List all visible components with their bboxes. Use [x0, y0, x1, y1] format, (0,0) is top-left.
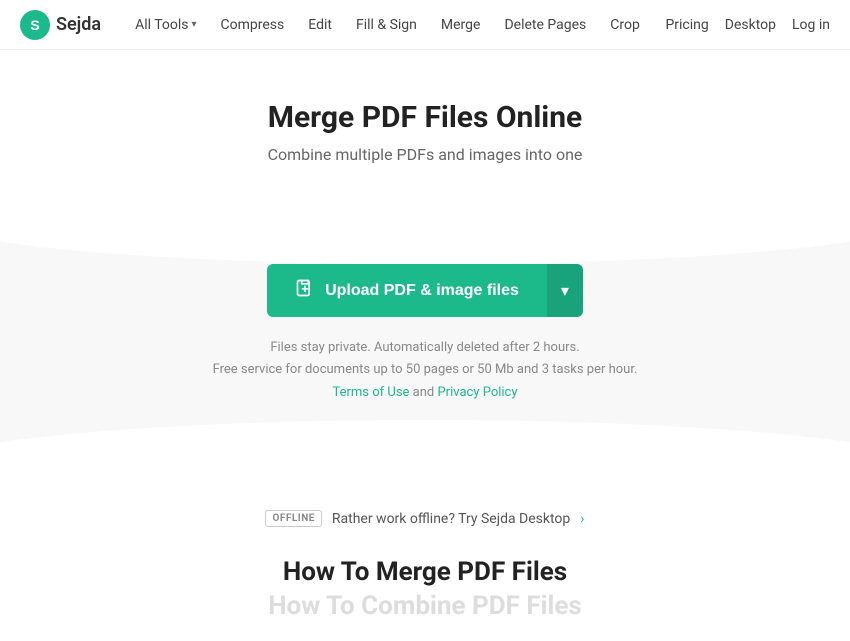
upload-icon [295, 278, 315, 303]
nav-item-edit[interactable]: Edit [298, 11, 342, 39]
how-to-section: How To Merge PDF Files How To Combine PD… [0, 547, 850, 641]
offline-badge: OFFLINE [265, 510, 321, 527]
header: S Sejda All Tools ▾ Compress Edit Fill &… [0, 0, 850, 50]
hero-subtitle: Combine multiple PDFs and images into on… [268, 145, 583, 164]
privacy-links: Terms of Use and Privacy Policy [332, 385, 517, 400]
offline-section: OFFLINE Rather work offline? Try Sejda D… [0, 480, 850, 547]
privacy-link[interactable]: Privacy Policy [437, 385, 517, 400]
login-button[interactable]: Log in [792, 17, 830, 33]
nav-item-compress[interactable]: Compress [211, 11, 295, 39]
upload-button-group: Upload PDF & image files ▾ [267, 264, 583, 317]
all-tools-chevron-icon: ▾ [192, 19, 197, 30]
main-nav: All Tools ▾ Compress Edit Fill & Sign Me… [125, 11, 665, 39]
nav-item-merge[interactable]: Merge [431, 11, 491, 39]
hero-title: Merge PDF Files Online [268, 100, 583, 135]
nav-item-delete-pages[interactable]: Delete Pages [494, 11, 596, 39]
svg-text:S: S [30, 17, 39, 33]
terms-link[interactable]: Terms of Use [332, 385, 409, 400]
desktop-link[interactable]: Desktop [725, 17, 776, 33]
offline-banner[interactable]: OFFLINE Rather work offline? Try Sejda D… [265, 510, 584, 527]
upload-dropdown-chevron-icon: ▾ [561, 281, 569, 301]
nav-item-crop[interactable]: Crop [600, 11, 650, 39]
nav-item-fill-sign[interactable]: Fill & Sign [346, 11, 427, 39]
pricing-link[interactable]: Pricing [665, 17, 708, 33]
offline-arrow-icon: › [580, 511, 584, 527]
nav-right: Pricing Desktop Log in [665, 17, 830, 33]
upload-button[interactable]: Upload PDF & image files [267, 264, 547, 317]
privacy-text: Files stay private. Automatically delete… [213, 337, 638, 381]
upload-section: Upload PDF & image files ▾ Files stay pr… [0, 204, 850, 480]
main-content: Merge PDF Files Online Combine multiple … [0, 50, 850, 641]
upload-dropdown-button[interactable]: ▾ [547, 264, 583, 317]
how-to-title: How To Merge PDF Files [20, 557, 830, 587]
logo-icon: S [20, 10, 50, 40]
how-to-subtitle: How To Combine PDF Files [20, 591, 830, 621]
logo[interactable]: S Sejda [20, 10, 101, 40]
offline-text: Rather work offline? Try Sejda Desktop [332, 511, 570, 527]
hero-section: Merge PDF Files Online Combine multiple … [248, 100, 603, 184]
nav-item-all-tools[interactable]: All Tools ▾ [125, 11, 206, 39]
logo-text: Sejda [56, 14, 101, 35]
